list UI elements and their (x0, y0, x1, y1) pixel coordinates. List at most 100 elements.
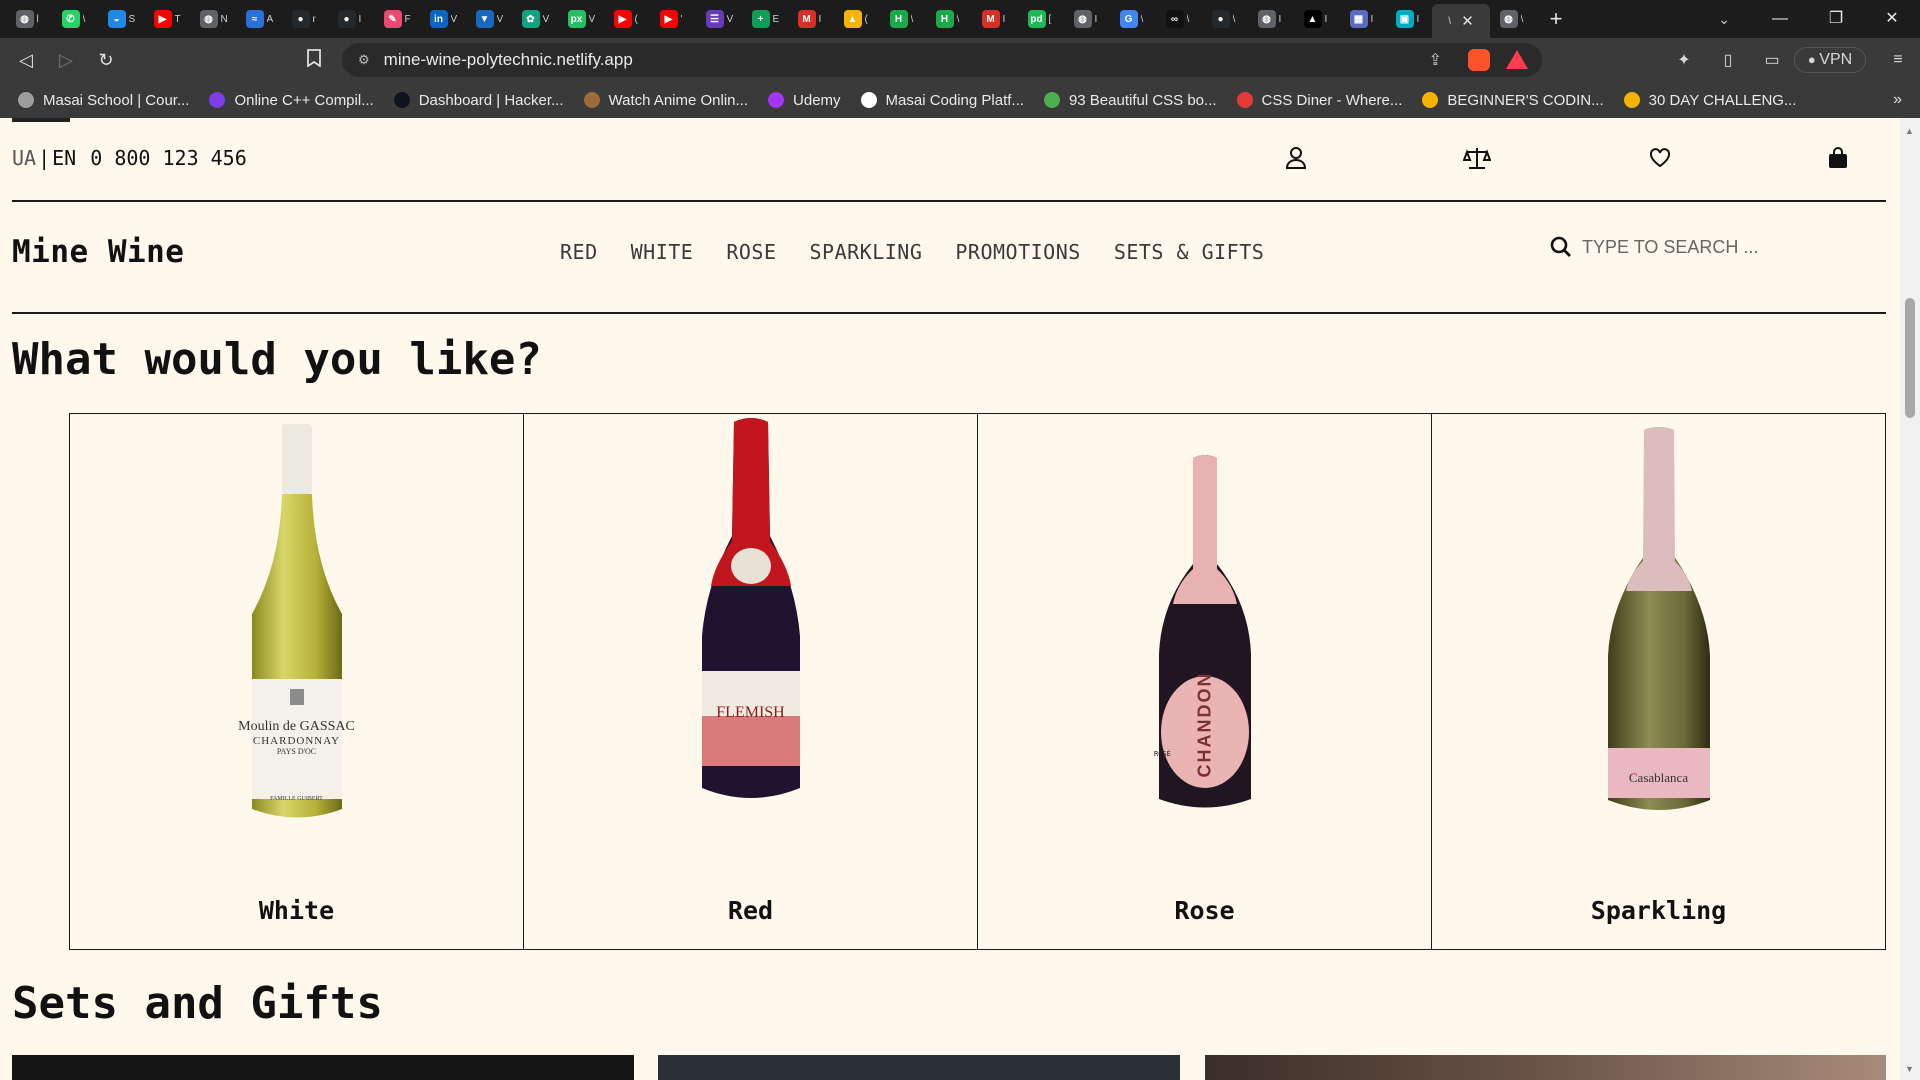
vpn-button[interactable]: ● VPN (1794, 47, 1866, 73)
category-card-white[interactable]: Moulin de GASSAC CHARDONNAY PAYS D'OC FA… (70, 414, 524, 949)
sidebar-icon[interactable]: ▯ (1706, 50, 1750, 70)
browser-tab[interactable]: ∞ \ (1156, 4, 1202, 34)
browser-tab[interactable]: ▲ I (1294, 4, 1340, 34)
site-info-icon[interactable]: ⚙ (358, 52, 370, 68)
browser-tab[interactable]: ● I (328, 4, 374, 34)
bookmark-item[interactable]: Online C++ Compil... (209, 92, 374, 109)
bookmark-item[interactable]: 30 DAY CHALLENG... (1623, 92, 1796, 109)
browser-tab[interactable]: in V (420, 4, 466, 34)
category-card-rose[interactable]: CHANDON ROSÉ Rose (978, 414, 1432, 949)
bookmark-item[interactable]: Dashboard | Hacker... (393, 91, 564, 109)
page-scrollbar[interactable]: ▲ ▼ (1900, 118, 1920, 1080)
browser-tab[interactable]: ▦ I (1340, 4, 1386, 34)
browser-tab[interactable]: pd[ (1018, 4, 1064, 34)
browser-tab[interactable]: ▶ T (144, 4, 190, 34)
nav-link[interactable]: WHITE (631, 240, 694, 264)
back-button[interactable]: ◁ (6, 50, 46, 71)
bookmark-item[interactable]: Udemy (768, 92, 841, 109)
browser-tab[interactable]: MI (972, 4, 1018, 34)
share-icon[interactable]: ⇪ (1429, 50, 1442, 70)
nav-link[interactable]: SPARKLING (810, 240, 923, 264)
category-label[interactable]: White (70, 896, 523, 925)
brave-shields-icon[interactable] (1468, 49, 1490, 71)
lang-ua-link[interactable]: UA (12, 146, 36, 170)
scrollbar-thumb[interactable] (1905, 298, 1915, 418)
browser-tab[interactable]: ◍ I (1064, 4, 1110, 34)
bookmarks-overflow-icon[interactable]: » (1893, 91, 1902, 109)
browser-tab[interactable]: ▼ V (466, 4, 512, 34)
category-label[interactable]: Red (524, 896, 977, 925)
scroll-up-icon[interactable]: ▲ (1905, 126, 1914, 136)
cart-bag-icon[interactable] (1824, 144, 1852, 172)
browser-tab[interactable]: ✎ F (374, 4, 420, 34)
close-window-button[interactable]: ✕ (1864, 0, 1920, 38)
wallet-icon[interactable]: ▭ (1750, 50, 1794, 70)
browser-tab[interactable]: ▲( (834, 4, 880, 34)
tab-title: F (404, 13, 411, 25)
wishlist-heart-icon[interactable] (1646, 144, 1674, 172)
tab-title: I (1324, 13, 1328, 25)
search-icon[interactable] (1550, 236, 1572, 258)
browser-tab[interactable]: ▣ I (1386, 4, 1432, 34)
nav-link[interactable]: ROSE (726, 240, 776, 264)
reload-button[interactable]: ↻ (86, 50, 126, 71)
bookmark-label: Dashboard | Hacker... (418, 91, 564, 109)
phone-number[interactable]: 0 800 123 456 (90, 146, 247, 170)
forward-button[interactable]: ▷ (46, 50, 86, 71)
browser-tab[interactable]: ▶ ' (650, 4, 696, 34)
category-label[interactable]: Rose (978, 896, 1431, 925)
site-logo[interactable]: Mine Wine (12, 234, 184, 270)
bookmark-item[interactable]: 93 Beautiful CSS bo... (1043, 92, 1217, 109)
browser-tab[interactable]: ◍ N (190, 4, 236, 34)
browser-tab[interactable]: ◒ S (98, 4, 144, 34)
scroll-down-icon[interactable]: ▼ (1905, 1064, 1914, 1074)
browser-tab[interactable]: ☰ V (696, 4, 742, 34)
bookmark-item[interactable]: Masai School | Cour... (18, 92, 189, 109)
minimize-button[interactable]: — (1752, 0, 1808, 38)
browser-tab[interactable]: ≈ A (236, 4, 282, 34)
url-bar[interactable]: ⚙ mine-wine-polytechnic.netlify.app ⇪ (342, 43, 1542, 77)
brave-rewards-icon[interactable] (1506, 50, 1528, 69)
compare-scales-icon[interactable] (1463, 144, 1491, 172)
browser-tab[interactable]: px V (558, 4, 604, 34)
tab-search-chevron-icon[interactable]: ⌄ (1718, 0, 1730, 38)
browser-tab[interactable]: ◍ l (6, 4, 52, 34)
triangle-icon: ▲ (1303, 10, 1322, 28)
bookmark-item[interactable]: Watch Anime Onlin... (583, 92, 748, 109)
close-tab-icon[interactable]: ✕ (1461, 12, 1474, 30)
extensions-icon[interactable]: ✦ (1662, 50, 1706, 70)
browser-tab[interactable]: H \ (926, 4, 972, 34)
restore-button[interactable]: ❐ (1808, 0, 1864, 38)
user-icon[interactable] (1282, 144, 1310, 172)
url-text[interactable]: mine-wine-polytechnic.netlify.app (384, 50, 633, 70)
gift-set-image[interactable] (658, 1055, 1180, 1080)
nav-link[interactable]: SETS & GIFTS (1114, 240, 1265, 264)
lang-en-link[interactable]: EN (52, 146, 76, 170)
gift-set-image[interactable] (12, 1055, 634, 1080)
browser-tab[interactable]: ▶( (604, 4, 650, 34)
browser-tab[interactable]: ✆ \ (52, 4, 98, 34)
browser-tab[interactable]: G \ (1110, 4, 1156, 34)
search-input[interactable] (1582, 236, 1822, 258)
bookmark-item[interactable]: CSS Diner - Where... (1236, 92, 1402, 109)
bookmark-item[interactable]: Masai Coding Platf... (860, 92, 1024, 109)
bookmark-item[interactable]: BEGINNER'S CODIN... (1422, 92, 1604, 109)
browser-tab[interactable]: ◍ I (1248, 4, 1294, 34)
bookmark-button[interactable] (294, 48, 334, 72)
browser-tab[interactable]: ◍ \ (1490, 4, 1536, 34)
category-label[interactable]: Sparkling (1432, 896, 1885, 925)
browser-tab[interactable]: ● r (282, 4, 328, 34)
browser-tab[interactable]: H \ (880, 4, 926, 34)
browser-tab[interactable]: ✿ V (512, 4, 558, 34)
new-tab-button[interactable]: + (1536, 6, 1576, 32)
category-card-red[interactable]: FLEMISH Red (524, 414, 978, 949)
browser-tab[interactable]: + E (742, 4, 788, 34)
browser-tab[interactable]: MI (788, 4, 834, 34)
browser-tab[interactable]: ● \ (1202, 4, 1248, 34)
browser-tab-active[interactable]: \ ✕ (1432, 4, 1490, 38)
menu-icon[interactable]: ≡ (1876, 51, 1920, 69)
category-card-sparkling[interactable]: Casablanca Sparkling (1432, 414, 1885, 949)
nav-link[interactable]: RED (560, 240, 598, 264)
nav-link[interactable]: PROMOTIONS (955, 240, 1080, 264)
gift-set-image[interactable] (1205, 1055, 1886, 1080)
